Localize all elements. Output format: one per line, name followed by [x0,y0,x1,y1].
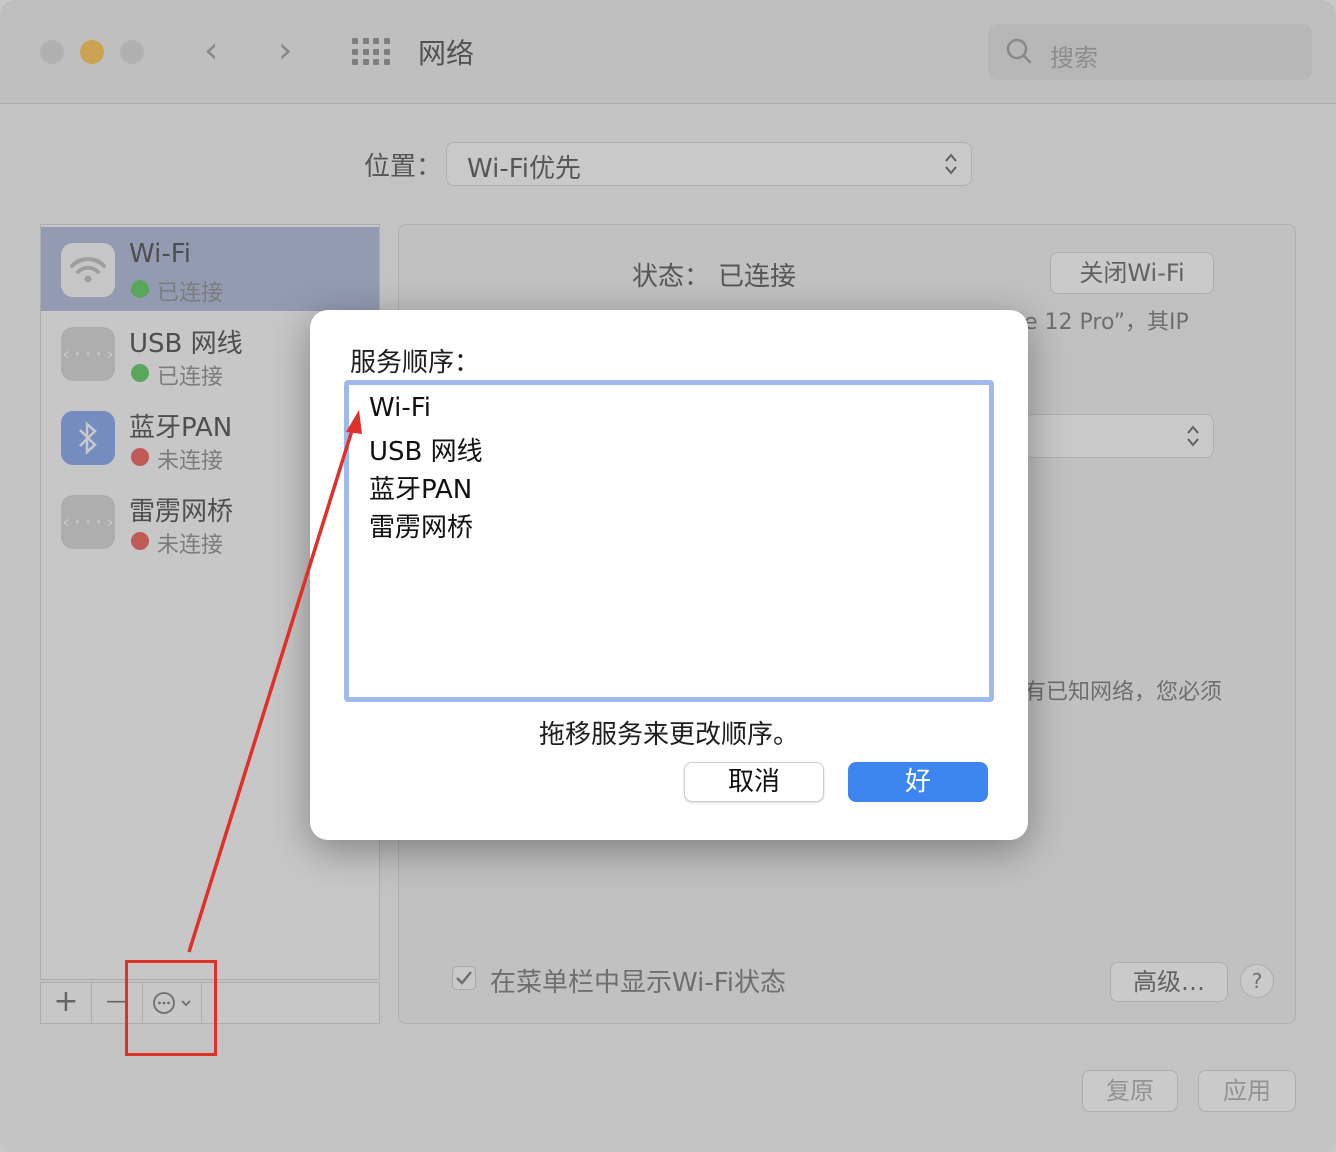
list-item[interactable]: Wi-Fi [369,393,431,423]
annotation-highlight-box [125,960,217,1056]
service-order-dialog: 服务顺序： Wi-Fi USB 网线 蓝牙PAN 雷雳网桥 拖移服务来更改顺序。… [310,310,1028,840]
service-order-list[interactable]: Wi-Fi USB 网线 蓝牙PAN 雷雳网桥 [344,380,994,702]
list-item[interactable]: USB 网线 [369,431,483,468]
dialog-title: 服务顺序： [350,348,481,378]
list-item[interactable]: 雷雳网桥 [369,507,473,544]
list-item[interactable]: 蓝牙PAN [369,469,472,506]
dialog-hint: 拖移服务来更改顺序。 [538,720,799,750]
ok-button[interactable]: 好 [848,762,988,802]
cancel-button[interactable]: 取消 [684,762,824,802]
